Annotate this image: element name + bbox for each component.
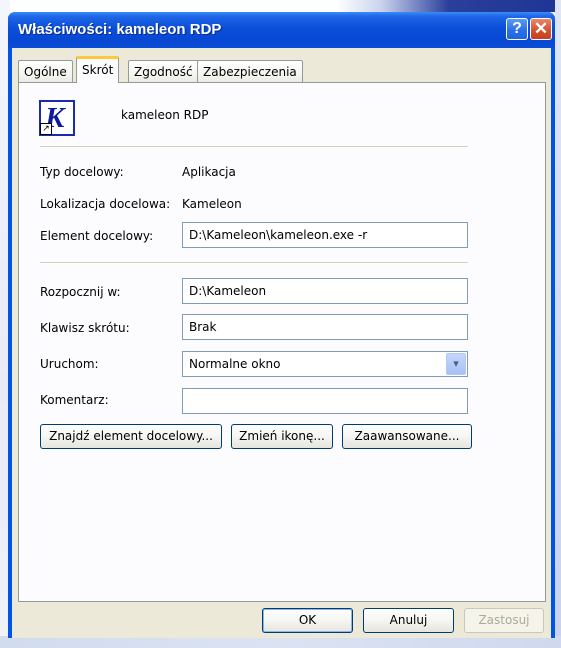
tab-label: Zabezpieczenia (203, 65, 297, 79)
comment-input[interactable] (182, 388, 468, 414)
ok-button[interactable]: OK (262, 608, 353, 633)
title-bar[interactable]: Właściwości: kameleon RDP ? ✕ (8, 12, 555, 48)
shortcut-name: kameleon RDP (121, 108, 209, 122)
find-target-button[interactable]: Znajdź element docelowy... (40, 424, 222, 449)
start-in-label: Rozpocznij w: (40, 285, 121, 299)
desktop-background-top (0, 0, 561, 12)
target-type-label: Typ docelowy: (40, 165, 124, 179)
desktop-background-right (555, 0, 561, 648)
tab-label: Ogólne (24, 65, 67, 79)
shortcut-arrow-icon: ↗ (40, 123, 52, 135)
separator (40, 262, 468, 264)
properties-dialog: Właściwości: kameleon RDP ? ✕ Ogólne Skr… (8, 12, 555, 638)
run-select[interactable]: Normalne okno ▾ (182, 351, 468, 377)
hotkey-label: Klawisz skrótu: (40, 321, 130, 335)
tab-general[interactable]: Ogólne (18, 60, 73, 82)
target-type-value: Aplikacja (182, 165, 236, 179)
run-select-value: Normalne okno (189, 357, 281, 371)
advanced-button[interactable]: Zaawansowane... (342, 424, 472, 449)
tab-compatibility[interactable]: Zgodność (128, 60, 199, 82)
start-in-input[interactable]: D:\Kameleon (182, 278, 468, 304)
cancel-button[interactable]: Anuluj (363, 608, 454, 633)
dialog-client-area: Ogólne Skrót Zgodność Zabezpieczenia K ↗… (12, 48, 551, 638)
apply-button[interactable]: Zastosuj (464, 608, 544, 633)
close-button[interactable]: ✕ (530, 18, 552, 40)
help-button[interactable]: ? (506, 18, 528, 40)
target-location-label: Lokalizacja docelowa: (40, 197, 171, 211)
hotkey-input[interactable]: Brak (182, 314, 468, 340)
target-label: Element docelowy: (40, 229, 154, 243)
tab-label: Skrót (82, 63, 114, 77)
separator (40, 146, 468, 148)
close-icon: ✕ (533, 19, 549, 38)
target-location-value: Kameleon (182, 197, 242, 211)
shortcut-tab-panel: K ↗ kameleon RDP Typ docelowy: Aplikacja… (18, 82, 546, 602)
run-label: Uruchom: (40, 357, 99, 371)
help-icon: ? (512, 20, 522, 37)
change-icon-button[interactable]: Zmień ikonę... (231, 424, 333, 449)
target-input[interactable]: D:\Kameleon\kameleon.exe -r (182, 222, 468, 248)
tab-shortcut[interactable]: Skrót (76, 56, 120, 83)
chevron-down-icon[interactable]: ▾ (446, 353, 466, 375)
tab-label: Zgodność (134, 65, 193, 79)
window-title: Właściwości: kameleon RDP (18, 21, 222, 38)
comment-label: Komentarz: (40, 393, 109, 407)
tab-security[interactable]: Zabezpieczenia (197, 60, 303, 82)
kameleon-app-icon: K ↗ (39, 100, 75, 136)
